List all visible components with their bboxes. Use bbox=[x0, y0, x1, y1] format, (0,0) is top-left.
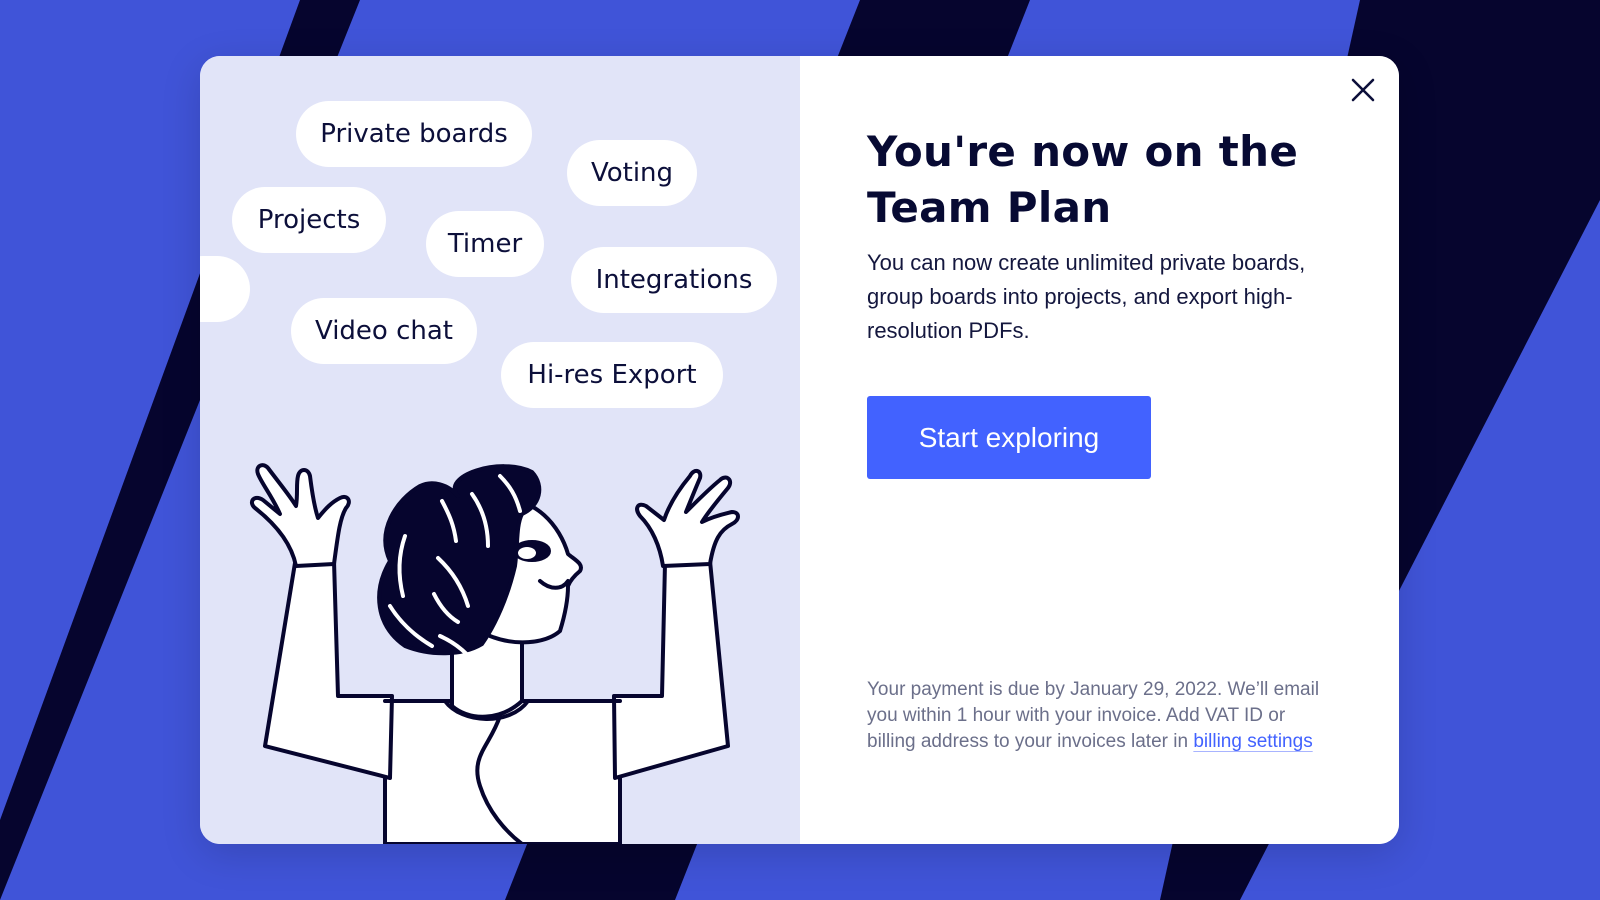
start-exploring-button[interactable]: Start exploring bbox=[867, 396, 1151, 479]
close-icon bbox=[1351, 78, 1375, 102]
dialog-description: You can now create unlimited private boa… bbox=[867, 250, 1306, 343]
celebrating-person-illustration bbox=[250, 463, 740, 844]
billing-settings-link[interactable]: billing settings bbox=[1193, 731, 1312, 752]
illustration-panel: Private boards Voting Projects Timer Int… bbox=[200, 56, 800, 844]
upgrade-success-dialog: Private boards Voting Projects Timer Int… bbox=[200, 56, 1399, 844]
close-button[interactable] bbox=[1345, 72, 1381, 108]
content-panel: You're now on the Team Plan You can now … bbox=[800, 56, 1399, 844]
payment-note: Your payment is due by January 29, 2022.… bbox=[867, 677, 1337, 755]
dialog-title: You're now on the Team Plan bbox=[867, 127, 1299, 232]
